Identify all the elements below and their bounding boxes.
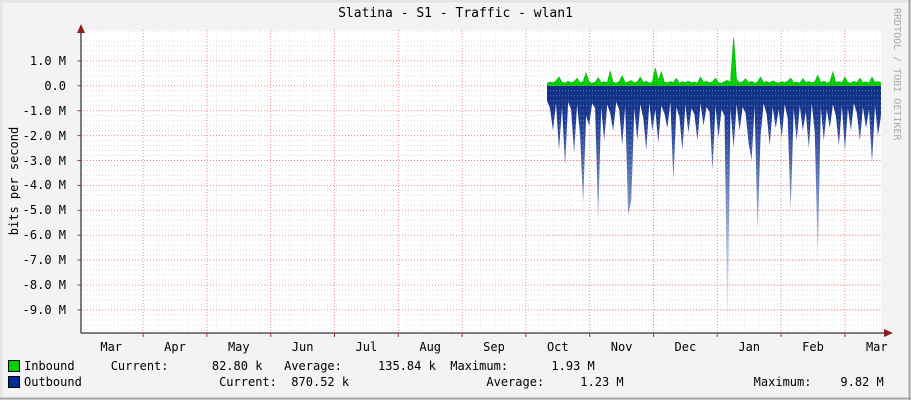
y-tick-label: -1.0 M (22, 103, 66, 118)
rrdtool-traffic-graph: Slatina - S1 - Traffic - wlan1 bits per … (0, 0, 911, 400)
x-tick-label: Jan (738, 340, 761, 354)
y-tick-label: 1.0 M (29, 53, 66, 68)
x-tick-label: Oct (546, 340, 569, 354)
legend-row-outbound: Outbound Current: 870.52 k Average: 1.23… (8, 374, 911, 390)
legend-row-inbound: Inbound Current: 82.80 k Average: 135.84… (8, 358, 911, 374)
inbound-color-swatch (8, 360, 20, 372)
y-tick-label: -3.0 M (22, 153, 66, 168)
y-tick-label: -9.0 M (22, 302, 66, 317)
x-tick-label: Mar (100, 340, 123, 354)
rrdtool-watermark: RRDTOOL / TOBI OETIKER (891, 8, 902, 141)
outbound-color-swatch (8, 376, 20, 388)
x-tick-label: Nov (610, 340, 633, 354)
x-tick-label: Dec (674, 340, 697, 354)
x-tick-label: Jun (291, 340, 314, 354)
y-tick-label: -4.0 M (22, 178, 66, 193)
x-tick-label: May (227, 340, 250, 354)
y-tick-label: -5.0 M (22, 203, 66, 218)
x-tick-label: Sep (483, 340, 505, 354)
y-tick-label: 0.0 (44, 78, 66, 93)
y-tick-label: -2.0 M (22, 128, 66, 143)
x-tick-label: Apr (164, 340, 186, 354)
y-tick-label: -7.0 M (22, 253, 66, 268)
outbound-legend-text: Outbound Current: 870.52 k Average: 1.23… (24, 375, 884, 389)
y-tick-label: -6.0 M (22, 228, 66, 243)
graph-title: Slatina - S1 - Traffic - wlan1 (338, 6, 573, 21)
x-tick-label: Aug (419, 340, 442, 354)
x-tick-label: Feb (802, 340, 824, 354)
legend: Inbound Current: 82.80 k Average: 135.84… (8, 358, 911, 390)
y-tick-label: -8.0 M (22, 278, 66, 292)
x-tick-label: Jul (355, 340, 378, 354)
inbound-legend-text: Inbound Current: 82.80 k Average: 135.84… (24, 359, 595, 373)
x-tick-label: Mar (865, 340, 888, 354)
